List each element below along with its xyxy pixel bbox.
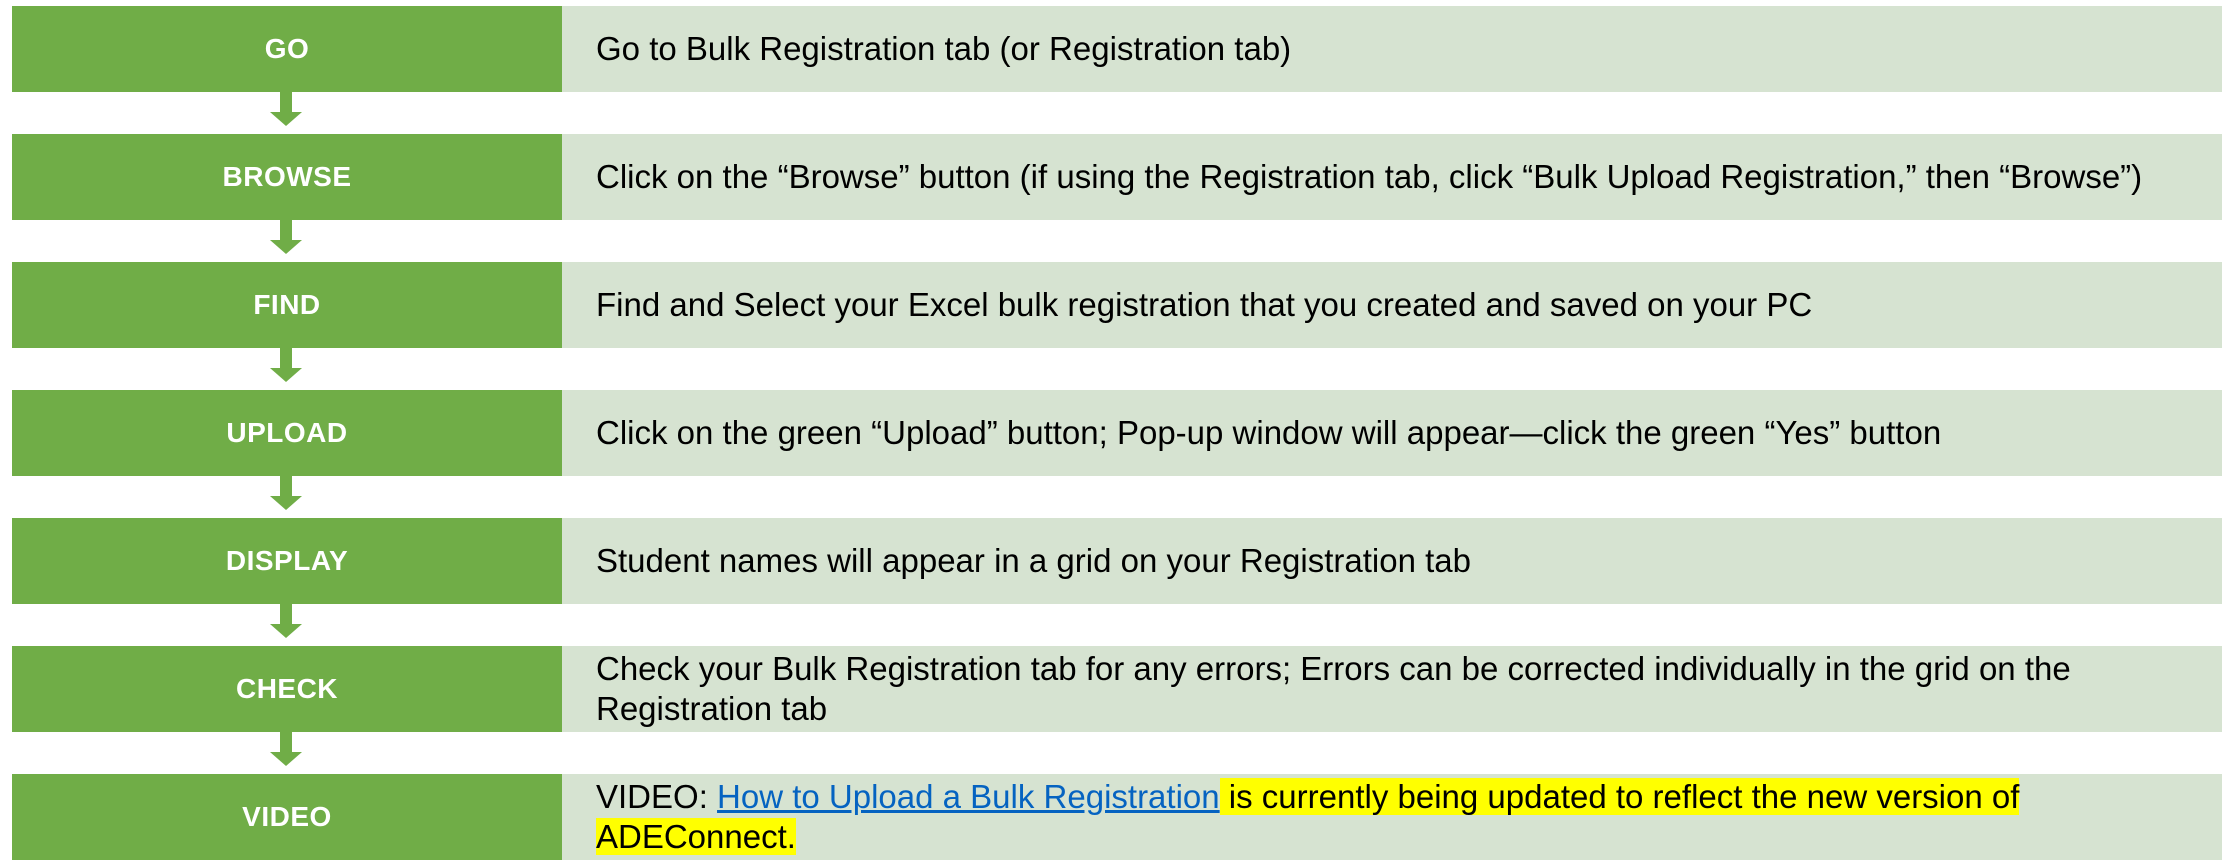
step-description: VIDEO: How to Upload a Bulk Registration…: [562, 774, 2222, 860]
step-description: Click on the “Browse” button (if using t…: [562, 134, 2222, 220]
step-description: Go to Bulk Registration tab (or Registra…: [562, 6, 2222, 92]
step-label: UPLOAD: [12, 390, 562, 476]
step-description-text: Find and Select your Excel bulk registra…: [596, 286, 1813, 323]
step-find: FIND Find and Select your Excel bulk reg…: [12, 262, 2222, 348]
step-description-text: Student names will appear in a grid on y…: [596, 542, 1471, 579]
step-video: VIDEO VIDEO: How to Upload a Bulk Regist…: [12, 774, 2222, 860]
step-description-text: Click on the “Browse” button (if using t…: [596, 158, 2143, 195]
step-upload: UPLOAD Click on the green “Upload” butto…: [12, 390, 2222, 476]
step-label: DISPLAY: [12, 518, 562, 604]
step-check: CHECK Check your Bulk Registration tab f…: [12, 646, 2222, 732]
step-label: BROWSE: [12, 134, 562, 220]
process-flow: GO Go to Bulk Registration tab (or Regis…: [12, 6, 2222, 860]
step-description: Find and Select your Excel bulk registra…: [562, 262, 2222, 348]
video-link[interactable]: How to Upload a Bulk Registration: [717, 778, 1220, 815]
step-label: GO: [12, 6, 562, 92]
step-label: FIND: [12, 262, 562, 348]
step-display: DISPLAY Student names will appear in a g…: [12, 518, 2222, 604]
step-description-text: Go to Bulk Registration tab (or Registra…: [596, 30, 1292, 67]
step-browse: BROWSE Click on the “Browse” button (if …: [12, 134, 2222, 220]
step-description: Check your Bulk Registration tab for any…: [562, 646, 2222, 732]
step-description: Click on the green “Upload” button; Pop-…: [562, 390, 2222, 476]
step-description: Student names will appear in a grid on y…: [562, 518, 2222, 604]
step-description-text: VIDEO: How to Upload a Bulk Registration…: [596, 777, 2172, 857]
video-prefix: VIDEO:: [596, 778, 718, 815]
step-label: CHECK: [12, 646, 562, 732]
step-description-text: Click on the green “Upload” button; Pop-…: [596, 414, 1942, 451]
step-label: VIDEO: [12, 774, 562, 860]
step-description-text: Check your Bulk Registration tab for any…: [596, 650, 2071, 727]
step-go: GO Go to Bulk Registration tab (or Regis…: [12, 6, 2222, 92]
